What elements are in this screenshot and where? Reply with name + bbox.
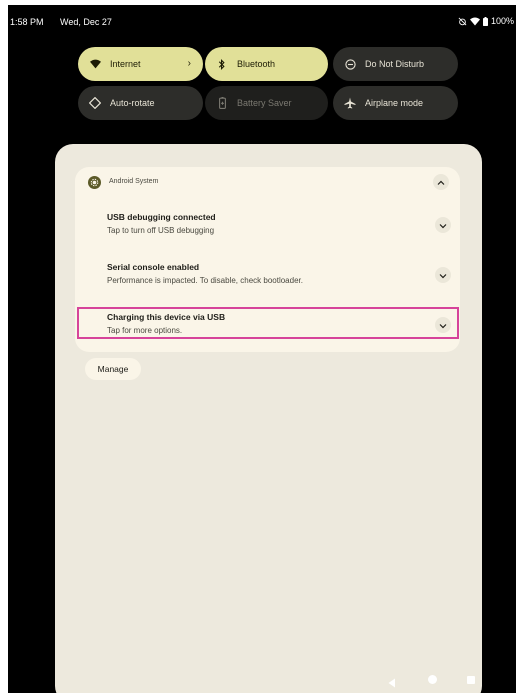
internet-tile[interactable]: Internet › — [78, 47, 203, 81]
collapse-group-button[interactable] — [433, 174, 449, 190]
manage-button[interactable]: Manage — [85, 358, 141, 380]
do-not-disturb-tile-label: Do Not Disturb — [365, 59, 425, 69]
battery-icon — [482, 16, 488, 26]
wifi-icon — [88, 57, 102, 71]
chevron-right-icon: › — [187, 58, 191, 69]
battery-saver-icon — [215, 96, 229, 110]
rotate-icon — [88, 96, 102, 110]
nav-home-button[interactable] — [428, 675, 437, 684]
screen: 1:58 PM Wed, Dec 27 100% Internet › Blue… — [8, 5, 516, 693]
battery-saver-tile-label: Battery Saver — [237, 98, 292, 108]
battery-percent: 100% — [490, 16, 514, 26]
chevron-down-icon — [439, 216, 447, 234]
auto-rotate-tile-label: Auto-rotate — [110, 98, 155, 108]
airplane-mode-tile[interactable]: Airplane mode — [333, 86, 458, 120]
app-name-label: Android System — [109, 178, 159, 185]
expand-notification-button[interactable] — [435, 267, 451, 283]
status-time: 1:58 PM — [10, 17, 44, 27]
status-date: Wed, Dec 27 — [60, 17, 112, 27]
battery-saver-tile[interactable]: Battery Saver — [205, 86, 328, 120]
notification-text: Tap to turn off USB debugging — [107, 226, 215, 235]
airplane-mode-tile-label: Airplane mode — [365, 98, 424, 108]
notification-text: Performance is impacted. To disable, che… — [107, 276, 303, 285]
nav-recents-button[interactable] — [467, 676, 475, 684]
bluetooth-tile[interactable]: Bluetooth — [205, 47, 328, 81]
wifi-icon — [469, 17, 480, 26]
chevron-up-icon — [437, 173, 445, 191]
nav-back-button[interactable] — [388, 675, 396, 693]
bluetooth-icon — [215, 57, 229, 71]
internet-tile-label: Internet — [110, 59, 141, 69]
notification-title: Serial console enabled — [107, 262, 200, 272]
dnd-icon — [343, 57, 357, 71]
airplane-icon — [343, 96, 357, 110]
status-icons: 100% — [458, 16, 514, 26]
android-system-icon — [88, 176, 101, 189]
expand-notification-button[interactable] — [435, 217, 451, 233]
status-bar: 1:58 PM Wed, Dec 27 100% — [8, 5, 516, 31]
notification-title: USB debugging connected — [107, 212, 216, 222]
highlight-box — [77, 307, 459, 339]
do-not-disturb-tile[interactable]: Do Not Disturb — [333, 47, 458, 81]
chevron-down-icon — [439, 266, 447, 284]
auto-rotate-tile[interactable]: Auto-rotate — [78, 86, 203, 120]
bluetooth-tile-label: Bluetooth — [237, 59, 276, 69]
alarm-off-icon — [458, 17, 467, 26]
